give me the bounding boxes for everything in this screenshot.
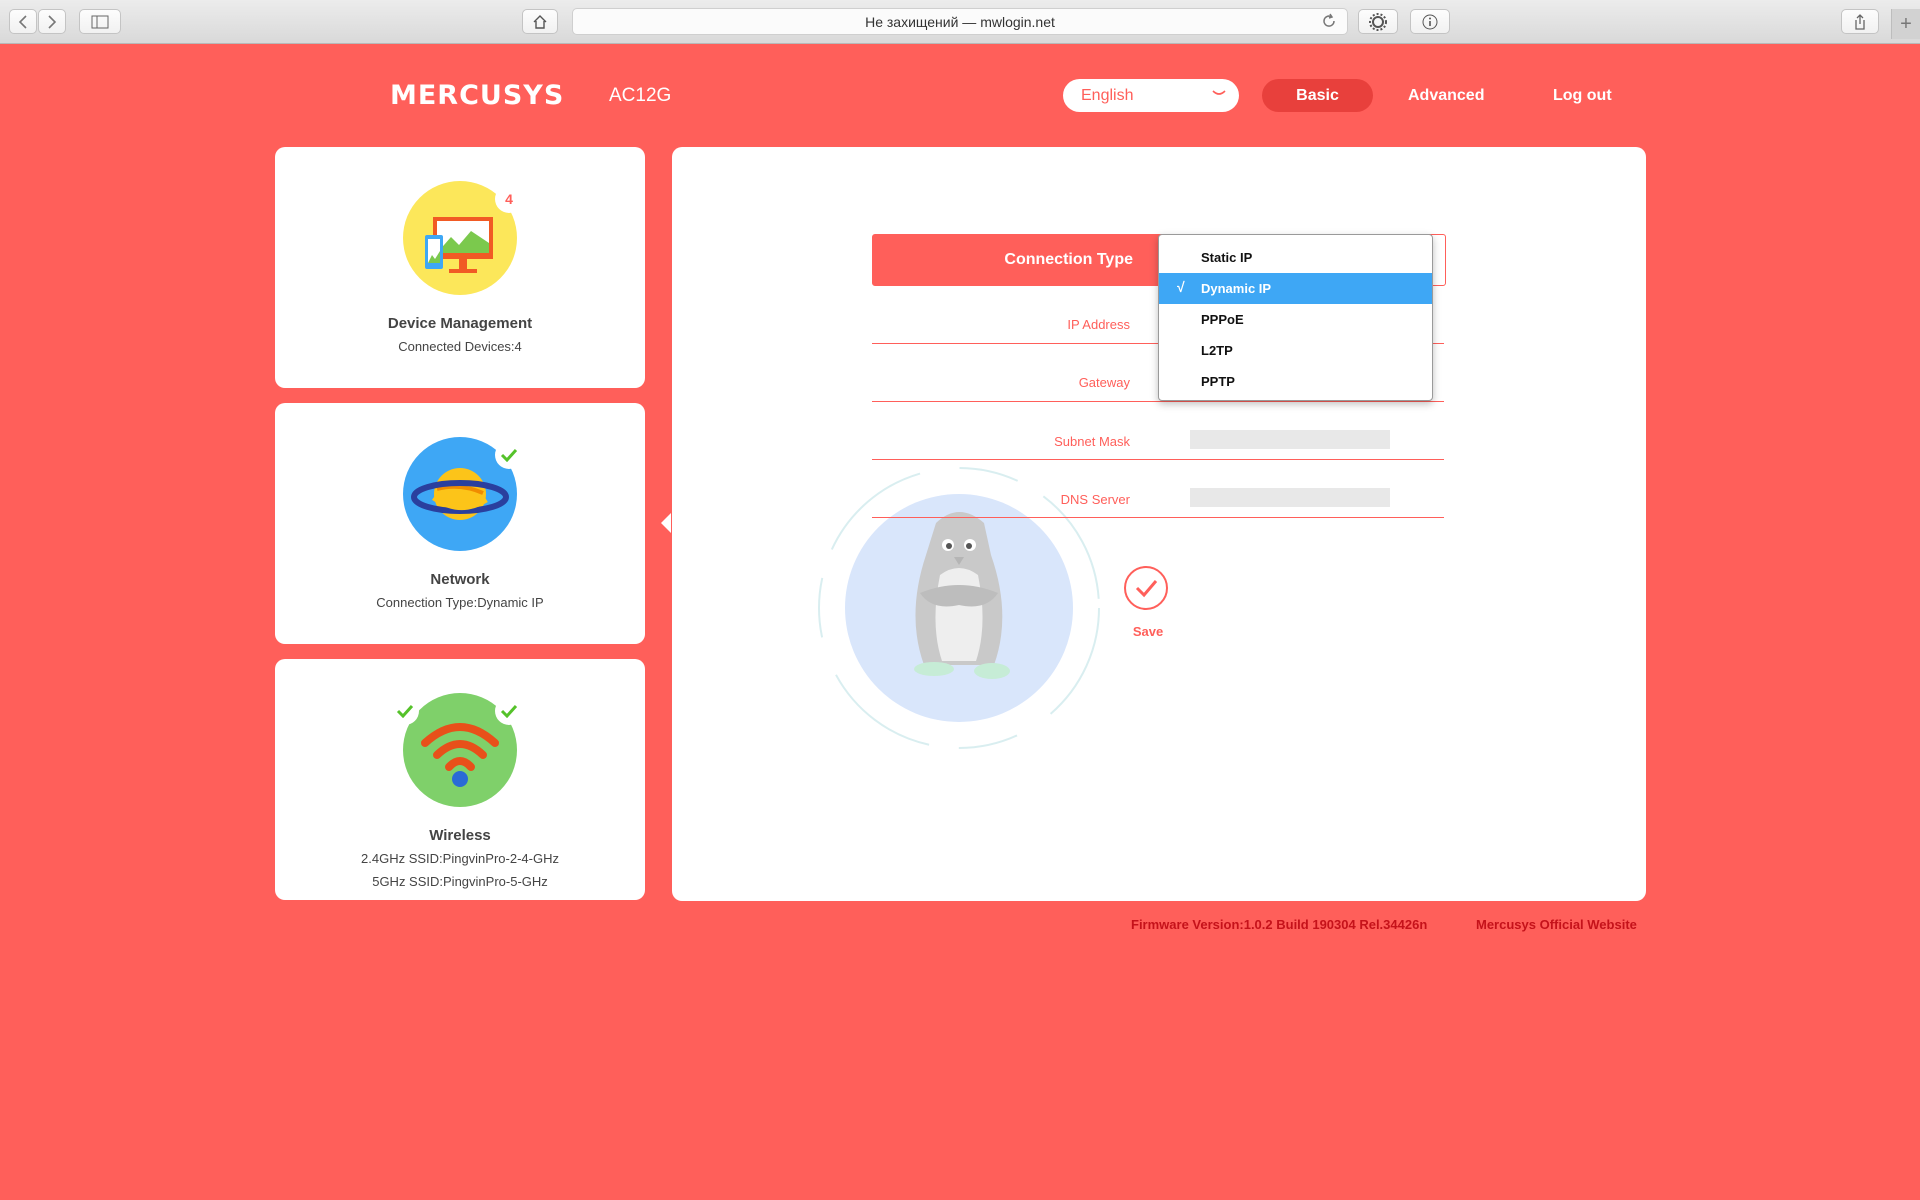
share-button[interactable] <box>1841 9 1879 34</box>
network-title: Network <box>430 571 490 588</box>
browser-toolbar: Не захищений — mwlogin.net + <box>0 0 1920 44</box>
connection-type-dropdown: Static IP √ Dynamic IP PPPoE L2TP PPTP <box>1158 234 1433 401</box>
connected-devices-text: Connected Devices:4 <box>398 339 522 354</box>
back-button[interactable] <box>9 9 37 34</box>
nav-advanced-link[interactable]: Advanced <box>1408 79 1484 112</box>
new-tab-button[interactable]: + <box>1891 9 1920 39</box>
checkmark-icon <box>396 704 414 718</box>
chevron-left-icon <box>18 14 27 29</box>
device-management-card[interactable]: 4 Device Management Connected Devices:4 <box>275 147 645 388</box>
dns-server-field[interactable] <box>1190 488 1390 507</box>
ssid-5ghz-text: 5GHz SSID:PingvinPro-5-GHz <box>372 874 548 889</box>
subnet-mask-divider <box>872 459 1444 460</box>
device-count-badge: 4 <box>495 185 523 213</box>
wireless-24ghz-status-badge <box>391 697 419 725</box>
gateway-divider <box>872 401 1444 402</box>
option-dynamic-ip[interactable]: √ Dynamic IP <box>1159 273 1432 304</box>
language-value: English <box>1081 86 1134 104</box>
device-count-badge-text: 4 <box>505 191 513 207</box>
forward-button[interactable] <box>38 9 66 34</box>
info-icon <box>1422 14 1438 29</box>
active-card-pointer <box>661 513 671 533</box>
brand-logo: MERCUSYS <box>390 80 565 111</box>
official-website-link[interactable]: Mercusys Official Website <box>1476 917 1637 932</box>
sidebar-icon <box>91 15 109 28</box>
reload-icon[interactable] <box>1321 13 1337 29</box>
home-icon <box>533 14 547 29</box>
device-management-title: Device Management <box>387 315 533 332</box>
option-l2tp[interactable]: L2TP <box>1159 335 1432 366</box>
chevron-right-icon <box>48 14 57 29</box>
address-bar-text: Не захищений — mwlogin.net <box>865 13 1055 30</box>
ip-address-label: IP Address <box>1067 317 1130 332</box>
chevron-down-icon <box>1212 90 1226 95</box>
network-status-badge <box>495 441 523 469</box>
nav-basic-button[interactable]: Basic <box>1262 79 1373 112</box>
option-static-ip[interactable]: Static IP <box>1159 242 1432 273</box>
wireless-5ghz-status-badge <box>495 697 523 725</box>
language-select[interactable]: English <box>1063 79 1239 112</box>
dns-server-label: DNS Server <box>1060 492 1130 507</box>
connection-type-text: Connection Type:Dynamic IP <box>376 595 544 610</box>
router-model: AC12G <box>609 85 672 106</box>
subnet-mask-field[interactable] <box>1190 430 1390 449</box>
extension-button[interactable] <box>1358 9 1398 34</box>
wireless-card[interactable]: Wireless 2.4GHz SSID:PingvinPro-2-4-GHz … <box>275 659 645 900</box>
checkmark-circle-icon <box>1135 580 1158 598</box>
network-card[interactable]: Network Connection Type:Dynamic IP <box>275 403 645 644</box>
option-pptp[interactable]: PPTP <box>1159 366 1432 397</box>
plus-icon: + <box>1900 12 1912 35</box>
firmware-version-text: Firmware Version:1.0.2 Build 190304 Rel.… <box>1131 917 1428 932</box>
penguin-mascot-icon <box>818 467 1100 749</box>
option-pppoe[interactable]: PPPoE <box>1159 304 1432 335</box>
checkmark-icon <box>500 448 518 462</box>
checkmark-icon <box>500 704 518 718</box>
check-mark-icon: √ <box>1177 279 1185 295</box>
dns-server-divider <box>872 517 1444 518</box>
sidebar-toggle-button[interactable] <box>79 9 121 34</box>
wireless-title: Wireless <box>429 827 491 844</box>
ssid-24ghz-text: 2.4GHz SSID:PingvinPro-2-4-GHz <box>361 851 559 866</box>
connection-type-label: Connection Type <box>873 235 1159 285</box>
save-label[interactable]: Save <box>1108 624 1188 639</box>
save-button[interactable] <box>1124 566 1168 610</box>
gateway-label: Gateway <box>1078 375 1130 390</box>
share-icon <box>1855 13 1865 30</box>
logout-link[interactable]: Log out <box>1553 79 1612 112</box>
info-button[interactable] <box>1410 9 1450 34</box>
option-dynamic-ip-label: Dynamic IP <box>1201 281 1272 296</box>
subnet-mask-label: Subnet Mask <box>1054 434 1130 449</box>
gear-icon <box>1369 12 1387 31</box>
address-bar[interactable]: Не захищений — mwlogin.net <box>572 8 1348 35</box>
home-button[interactable] <box>522 9 558 34</box>
